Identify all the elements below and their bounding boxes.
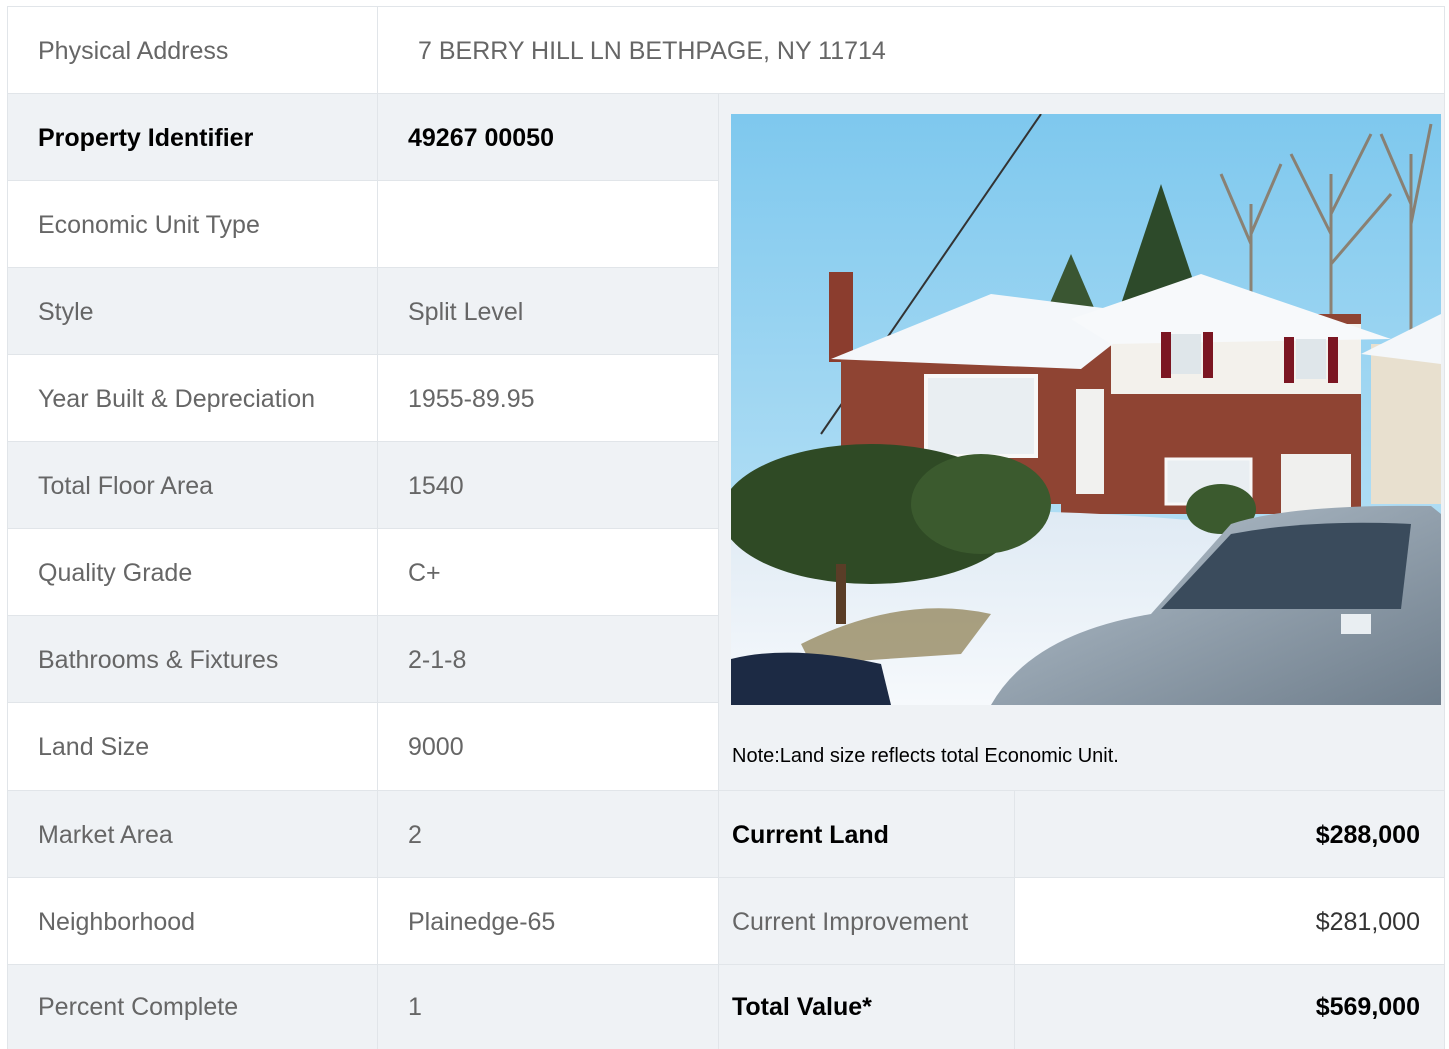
percent-complete-value: 1 <box>408 993 422 1021</box>
row-quality-grade-value: C+ <box>378 529 718 616</box>
current-land-value-cell: $288,000 <box>1014 791 1444 878</box>
house-image <box>731 114 1441 705</box>
grid-line <box>8 877 1444 878</box>
current-land-label: Current Land <box>732 820 889 849</box>
row-economic-unit-type-label: Economic Unit Type <box>8 181 378 268</box>
grid-line <box>1014 791 1015 1049</box>
quality-grade-label: Quality Grade <box>38 558 193 587</box>
total-value-value-cell: $569,000 <box>1014 965 1444 1049</box>
current-improvement-value-cell: $281,000 <box>1014 878 1444 965</box>
year-built-label: Year Built & Depreciation <box>38 384 316 413</box>
row-percent-complete-label: Percent Complete <box>8 965 378 1049</box>
grid-line <box>8 354 718 355</box>
grid-line <box>8 93 1444 94</box>
row-land-size-value: 9000 <box>378 703 718 791</box>
percent-complete-label: Percent Complete <box>38 993 239 1021</box>
row-style-label: Style <box>8 268 378 355</box>
total-floor-area-label: Total Floor Area <box>38 471 214 500</box>
row-economic-unit-type-value <box>378 181 718 268</box>
grid-line <box>718 94 719 1049</box>
total-value-label-cell: Total Value* <box>718 965 1014 1049</box>
row-neighborhood-value: Plainedge-65 <box>378 878 718 965</box>
row-year-built-label: Year Built & Depreciation <box>8 355 378 442</box>
row-property-identifier-value: 49267 00050 <box>378 94 718 181</box>
style-label: Style <box>38 297 94 326</box>
current-land-value: $288,000 <box>1315 820 1420 849</box>
row-style-value: Split Level <box>378 268 718 355</box>
row-neighborhood-label: Neighborhood <box>8 878 378 965</box>
property-identifier-value: 49267 00050 <box>408 123 554 152</box>
grid-line <box>8 702 718 703</box>
row-market-area-value: 2 <box>378 791 718 878</box>
land-size-value: 9000 <box>408 733 464 761</box>
total-floor-area-value: 1540 <box>408 471 464 500</box>
property-identifier-label: Property Identifier <box>38 123 254 152</box>
current-improvement-value: $281,000 <box>1315 907 1420 936</box>
bathrooms-label: Bathrooms & Fixtures <box>38 645 279 674</box>
row-land-size-label: Land Size <box>8 703 378 791</box>
grid-line <box>8 180 718 181</box>
address-value-cell: 7 BERRY HILL LN BETHPAGE, NY 11714 <box>378 7 1444 94</box>
economic-unit-type-label: Economic Unit Type <box>38 210 260 239</box>
neighborhood-label: Neighborhood <box>38 907 196 936</box>
grid-line <box>8 441 718 442</box>
row-total-floor-area-label: Total Floor Area <box>8 442 378 529</box>
total-value-label: Total Value* <box>732 993 872 1021</box>
grid-line <box>8 790 1444 791</box>
grid-line <box>8 267 718 268</box>
total-value-value: $569,000 <box>1315 993 1420 1021</box>
row-bathrooms-label: Bathrooms & Fixtures <box>8 616 378 703</box>
address-label: Physical Address <box>38 36 229 65</box>
neighborhood-value: Plainedge-65 <box>408 907 556 936</box>
grid-line <box>377 7 378 1049</box>
photo-cell <box>718 94 1444 791</box>
property-photo <box>731 114 1441 705</box>
year-built-value: 1955-89.95 <box>408 384 535 413</box>
grid-line <box>8 964 1444 965</box>
current-land-label-cell: Current Land <box>718 791 1014 878</box>
grid-line <box>8 528 718 529</box>
grid-line <box>8 615 718 616</box>
address-value: 7 BERRY HILL LN BETHPAGE, NY 11714 <box>418 36 886 65</box>
row-percent-complete-value: 1 <box>378 965 718 1049</box>
row-property-identifier-label: Property Identifier <box>8 94 378 181</box>
quality-grade-value: C+ <box>408 558 441 587</box>
row-total-floor-area-value: 1540 <box>378 442 718 529</box>
address-label-cell: Physical Address <box>8 7 378 94</box>
current-improvement-label-cell: Current Improvement <box>718 878 1014 965</box>
market-area-label: Market Area <box>38 820 173 849</box>
land-size-note: Note:Land size reflects total Economic U… <box>732 745 1119 767</box>
market-area-value: 2 <box>408 820 422 849</box>
row-market-area-label: Market Area <box>8 791 378 878</box>
land-size-label: Land Size <box>38 733 150 761</box>
bathrooms-value: 2-1-8 <box>408 645 467 674</box>
current-improvement-label: Current Improvement <box>732 907 969 936</box>
row-bathrooms-value: 2-1-8 <box>378 616 718 703</box>
row-quality-grade-label: Quality Grade <box>8 529 378 616</box>
row-year-built-value: 1955-89.95 <box>378 355 718 442</box>
style-value: Split Level <box>408 297 524 326</box>
